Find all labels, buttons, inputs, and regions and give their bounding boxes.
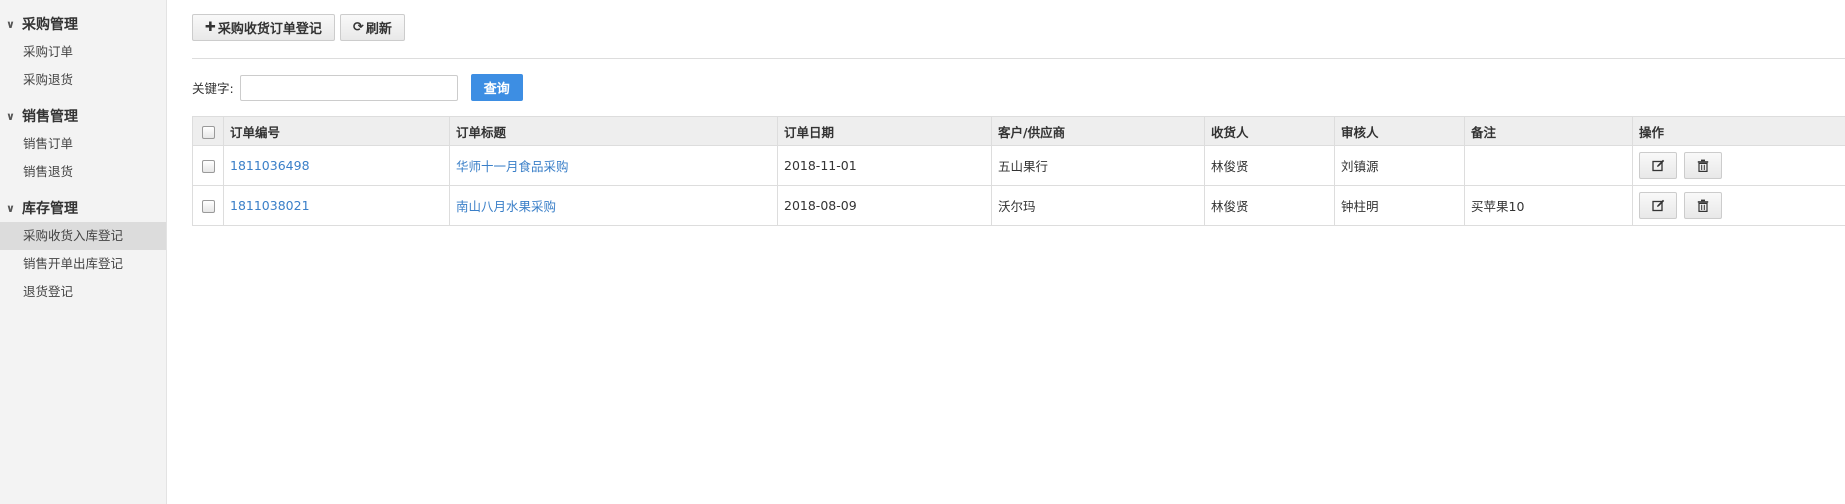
sidebar-group-sales[interactable]: ∨ 销售管理 (0, 102, 166, 130)
date-cell: 2018-11-01 (777, 145, 992, 186)
column-header-reviewer[interactable]: 审核人 (1334, 116, 1465, 146)
sidebar-item-sales-order[interactable]: 销售订单 (0, 130, 166, 158)
table-header-row: 订单编号 订单标题 订单日期 客户/供应商 收货人 审核人 备注 操作 (192, 116, 1845, 146)
select-all-cell (192, 116, 224, 146)
row-checkbox[interactable] (201, 200, 215, 213)
trash-icon (1697, 199, 1709, 212)
search-bar: 关键字: 查询 (192, 74, 523, 101)
order-no-link[interactable]: 1811038021 (230, 198, 310, 213)
sidebar-item-sales-return[interactable]: 销售退货 (0, 158, 166, 186)
orders-table: 订单编号 订单标题 订单日期 客户/供应商 收货人 审核人 备注 操作 1811… (192, 116, 1845, 226)
remark-cell (1464, 145, 1633, 186)
column-header-title[interactable]: 订单标题 (449, 116, 778, 146)
sidebar-group-inventory[interactable]: ∨ 库存管理 (0, 194, 166, 222)
column-header-actions: 操作 (1632, 116, 1845, 146)
actions-cell (1632, 145, 1845, 186)
sidebar-item-sales-outbound[interactable]: 销售开单出库登记 (0, 250, 166, 278)
table-row: 1811038021 南山八月水果采购 2018-08-09 沃尔玛 林俊贤 钟… (192, 185, 1845, 226)
column-header-partner[interactable]: 客户/供应商 (991, 116, 1205, 146)
select-all-checkbox[interactable] (201, 125, 215, 139)
edit-icon (1651, 199, 1664, 212)
receiver-cell: 林俊贤 (1204, 185, 1335, 226)
column-header-date[interactable]: 订单日期 (777, 116, 992, 146)
sidebar-item-purchase-order[interactable]: 采购订单 (0, 38, 166, 66)
edit-icon (1651, 159, 1664, 172)
sidebar-item-purchase-receipt-inbound[interactable]: 采购收货入库登记 (0, 222, 166, 250)
refresh-icon: ⟳ (352, 20, 364, 35)
actions-cell (1632, 185, 1845, 226)
add-button-label: 采购收货订单登记 (217, 22, 322, 37)
sidebar-item-return-register[interactable]: 退货登记 (0, 278, 166, 306)
row-select-cell (192, 185, 224, 226)
receiver-cell: 林俊贤 (1204, 145, 1335, 186)
order-title-link[interactable]: 华师十一月食品采购 (456, 159, 569, 174)
order-title-link[interactable]: 南山八月水果采购 (456, 199, 556, 214)
sidebar-group-label: 销售管理 (22, 109, 78, 125)
remark-cell: 买苹果10 (1464, 185, 1633, 226)
order-no-cell: 1811038021 (223, 185, 450, 226)
search-label: 关键字: (192, 81, 234, 96)
sidebar: ∨ 采购管理 采购订单 采购退货 ∨ 销售管理 销售订单 销售退货 ∨ 库存管理… (0, 0, 167, 504)
partner-cell: 五山果行 (991, 145, 1205, 186)
row-select-cell (192, 145, 224, 186)
order-no-link[interactable]: 1811036498 (230, 158, 310, 173)
column-header-order-no[interactable]: 订单编号 (223, 116, 450, 146)
query-button[interactable]: 查询 (470, 74, 523, 101)
sidebar-group-purchase[interactable]: ∨ 采购管理 (0, 10, 166, 38)
delete-button[interactable] (1683, 152, 1722, 179)
sidebar-item-purchase-return[interactable]: 采购退货 (0, 66, 166, 94)
chevron-down-icon: ∨ (6, 109, 15, 123)
date-cell: 2018-08-09 (777, 185, 992, 226)
edit-button[interactable] (1639, 152, 1677, 179)
keyword-input[interactable] (239, 74, 458, 101)
reviewer-cell: 刘镇源 (1334, 145, 1465, 186)
add-purchase-receipt-button[interactable]: ✚ 采购收货订单登记 (192, 14, 335, 41)
trash-icon (1697, 159, 1709, 172)
title-cell: 华师十一月食品采购 (449, 145, 778, 186)
edit-button[interactable] (1639, 192, 1677, 219)
chevron-down-icon: ∨ (6, 17, 15, 31)
table-row: 1811036498 华师十一月食品采购 2018-11-01 五山果行 林俊贤… (192, 145, 1845, 186)
column-header-remark[interactable]: 备注 (1464, 116, 1633, 146)
reviewer-cell: 钟柱明 (1334, 185, 1465, 226)
divider (192, 58, 1845, 59)
delete-button[interactable] (1683, 192, 1722, 219)
order-no-cell: 1811036498 (223, 145, 450, 186)
main-content: ✚ 采购收货订单登记 ⟳ 刷新 关键字: 查询 订单编号 订单标题 订单日期 客… (192, 14, 1845, 226)
plus-icon: ✚ (205, 20, 216, 35)
refresh-button[interactable]: ⟳ 刷新 (339, 14, 405, 41)
refresh-button-label: 刷新 (365, 22, 392, 37)
row-checkbox[interactable] (201, 160, 215, 173)
chevron-down-icon: ∨ (6, 201, 15, 215)
column-header-receiver[interactable]: 收货人 (1204, 116, 1335, 146)
title-cell: 南山八月水果采购 (449, 185, 778, 226)
partner-cell: 沃尔玛 (991, 185, 1205, 226)
sidebar-group-label: 采购管理 (22, 17, 78, 33)
toolbar: ✚ 采购收货订单登记 ⟳ 刷新 (192, 14, 1845, 41)
sidebar-group-label: 库存管理 (22, 201, 78, 217)
